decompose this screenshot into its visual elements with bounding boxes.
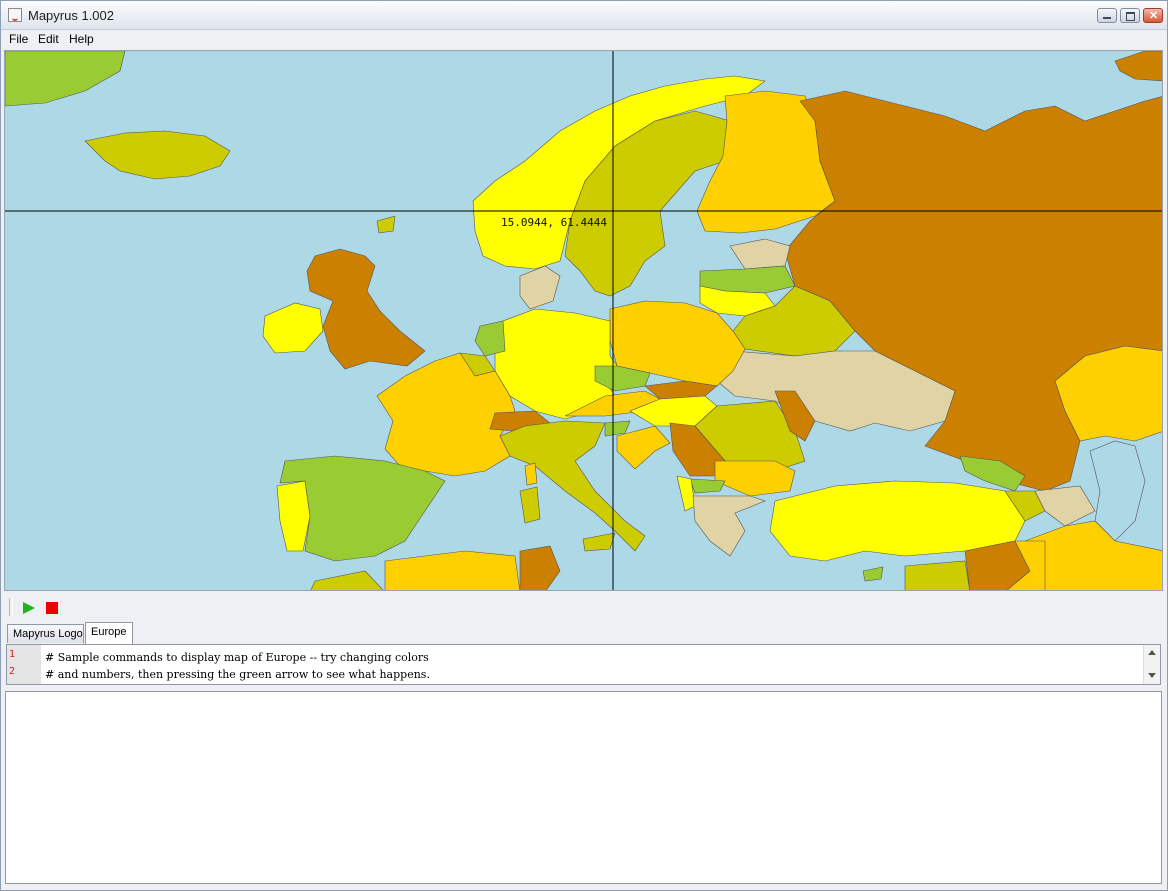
country-lebanon-israel — [904, 560, 970, 590]
menu-file[interactable]: File — [9, 32, 28, 46]
island-sicily — [582, 532, 616, 552]
editor-scrollbar[interactable] — [1143, 645, 1160, 684]
country-russia-island — [1114, 51, 1162, 82]
scroll-up-icon[interactable] — [1148, 650, 1156, 655]
line-number: 2 — [9, 666, 16, 677]
toolbar-separator — [9, 598, 13, 616]
line-number-gutter: 1 2 — [7, 645, 41, 684]
cursor-coordinate-readout: 15.0944, 61.4444 — [501, 216, 607, 229]
country-uk — [306, 248, 426, 370]
country-macedonia — [689, 478, 726, 494]
europe-map — [5, 51, 1162, 590]
country-greenland — [5, 51, 126, 107]
line-number: 1 — [9, 649, 16, 660]
country-iran — [1024, 520, 1162, 590]
country-azerbaijan — [1034, 485, 1096, 527]
code-line[interactable]: # Sample commands to display map of Euro… — [45, 651, 429, 664]
country-iceland — [84, 130, 231, 180]
country-bulgaria — [714, 460, 796, 497]
country-algeria — [384, 550, 521, 590]
country-denmark — [519, 265, 561, 310]
menu-bar: File Edit Help — [1, 30, 1167, 49]
island-cyprus — [862, 566, 884, 582]
country-netherlands — [474, 320, 506, 357]
map-canvas[interactable]: 15.0944, 61.4444 — [4, 50, 1163, 591]
tab-europe[interactable]: Europe — [85, 622, 133, 644]
menu-help[interactable]: Help — [69, 32, 94, 46]
island-sardinia — [519, 486, 541, 524]
command-editor[interactable]: 1 2 # Sample commands to display map of … — [6, 644, 1161, 685]
close-button[interactable] — [1143, 8, 1163, 23]
country-ireland — [262, 302, 324, 354]
window-title: Mapyrus 1.002 — [28, 8, 114, 23]
java-app-icon — [8, 8, 22, 22]
minimize-button[interactable] — [1097, 8, 1117, 23]
country-tunisia — [519, 545, 561, 590]
menu-edit[interactable]: Edit — [38, 32, 59, 46]
maximize-button[interactable] — [1120, 8, 1140, 23]
tab-mapyrus-logo[interactable]: Mapyrus Logo — [7, 624, 84, 643]
title-bar: Mapyrus 1.002 — [1, 1, 1167, 30]
island-faroes — [376, 215, 396, 234]
code-line[interactable]: # and numbers, then pressing the green a… — [45, 668, 430, 681]
toolbar — [4, 596, 1163, 620]
stop-icon[interactable] — [46, 602, 58, 614]
country-morocco — [310, 570, 384, 590]
island-corsica — [524, 462, 538, 486]
scroll-down-icon[interactable] — [1148, 673, 1156, 678]
country-estonia — [729, 238, 791, 270]
play-icon[interactable] — [23, 602, 35, 614]
output-panel[interactable] — [5, 691, 1162, 884]
country-greece — [692, 495, 766, 557]
country-portugal — [276, 480, 311, 552]
